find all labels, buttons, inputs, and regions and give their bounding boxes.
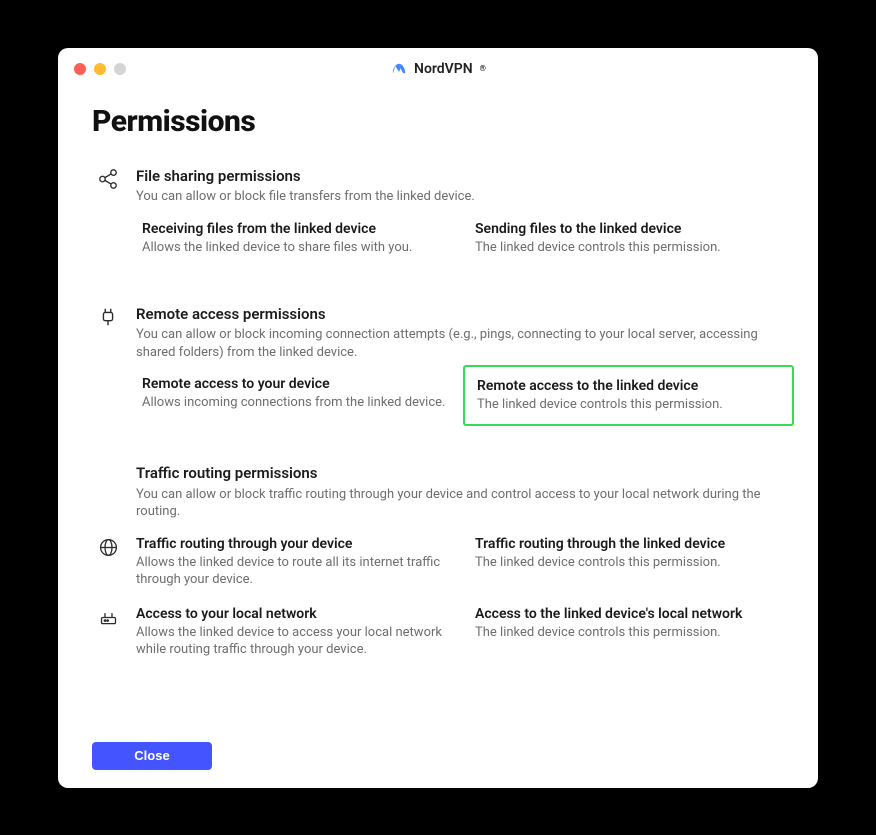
perm-title: Remote access to your device <box>142 375 451 393</box>
brand-logo: NordVPN ® <box>390 60 486 78</box>
perm-traffic-through-linked-device: Traffic routing through the linked devic… <box>475 535 784 589</box>
section-remote-access: Remote access permissions You can allow … <box>92 295 784 455</box>
perm-desc: Allows the linked device to access your … <box>136 625 451 659</box>
share-icon <box>96 167 120 191</box>
page-title: Permissions <box>92 104 784 139</box>
titlebar: NordVPN ® <box>58 48 818 90</box>
section-head-traffic: Traffic routing permissions You can allo… <box>142 464 784 521</box>
section-desc-remote: You can allow or block incoming connecti… <box>136 326 784 361</box>
perm-desc: Allows incoming connections from the lin… <box>142 395 451 412</box>
perm-remote-to-your-device[interactable]: Remote access to your device Allows inco… <box>142 375 451 416</box>
perm-receiving-files[interactable]: Receiving files from the linked device A… <box>142 220 451 257</box>
perm-desc: Allows the linked device to share files … <box>142 240 451 257</box>
perm-local-network-access[interactable]: Access to your local network Allows the … <box>142 605 451 659</box>
section-desc-file-sharing: You can allow or block file transfers fr… <box>136 188 475 206</box>
section-traffic: Traffic routing permissions You can allo… <box>92 454 784 697</box>
perm-title: Receiving files from the linked device <box>142 220 451 238</box>
section-title-file-sharing: File sharing permissions <box>136 167 475 187</box>
brand-text: NordVPN <box>414 61 473 77</box>
perm-desc: Allows the linked device to route all it… <box>136 555 451 589</box>
nordvpn-icon <box>390 60 408 78</box>
perm-title: Sending files to the linked device <box>475 220 784 238</box>
footer: Close <box>58 728 818 788</box>
plug-icon <box>96 305 120 329</box>
perm-title: Access to the linked device's local netw… <box>475 605 784 623</box>
router-icon <box>96 605 120 659</box>
perm-title: Remote access to the linked device <box>477 377 782 395</box>
perm-title: Traffic routing through your device <box>136 535 451 553</box>
window-minimize-dot[interactable] <box>94 63 106 75</box>
perm-remote-to-linked-device: Remote access to the linked device The l… <box>475 375 784 416</box>
close-button[interactable]: Close <box>92 742 212 770</box>
section-title-remote: Remote access permissions <box>136 305 784 325</box>
perm-desc: The linked device controls this permissi… <box>475 555 784 572</box>
section-head-file-sharing: File sharing permissions You can allow o… <box>142 167 784 206</box>
section-head-remote-access: Remote access permissions You can allow … <box>142 305 784 362</box>
perm-desc: The linked device controls this permissi… <box>475 240 784 257</box>
perm-title: Traffic routing through the linked devic… <box>475 535 784 553</box>
perm-sending-files: Sending files to the linked device The l… <box>475 220 784 257</box>
window-maximize-dot <box>114 63 126 75</box>
highlighted-permission: Remote access to the linked device The l… <box>463 365 794 426</box>
permissions-window: NordVPN ® Permissions File sharing permis… <box>58 48 818 788</box>
window-close-dot[interactable] <box>74 63 86 75</box>
section-file-sharing: File sharing permissions You can allow o… <box>92 157 784 295</box>
section-title-traffic: Traffic routing permissions <box>136 464 784 484</box>
window-traffic-lights <box>74 63 126 75</box>
perm-desc: The linked device controls this permissi… <box>477 397 782 414</box>
perm-desc: The linked device controls this permissi… <box>475 625 784 642</box>
content-area: Permissions File sharing permissions You… <box>58 90 818 728</box>
brand-tm: ® <box>480 64 486 73</box>
globe-icon <box>96 535 120 589</box>
section-desc-traffic: You can allow or block traffic routing t… <box>136 486 784 521</box>
perm-linked-device-local-network: Access to the linked device's local netw… <box>475 605 784 659</box>
perm-traffic-through-your-device[interactable]: Traffic routing through your device Allo… <box>142 535 451 589</box>
perm-title: Access to your local network <box>136 605 451 623</box>
